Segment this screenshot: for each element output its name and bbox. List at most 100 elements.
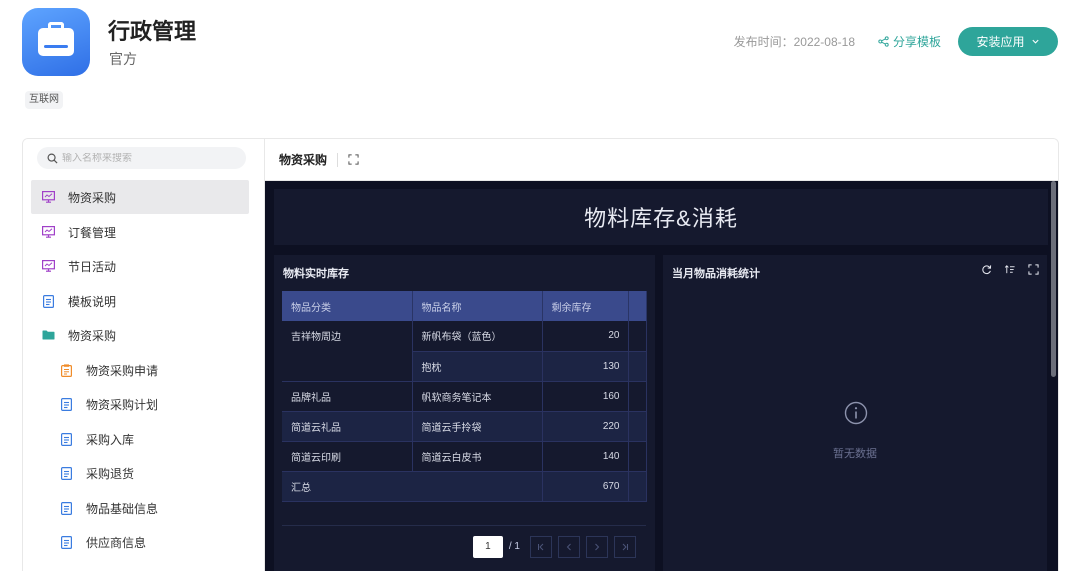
sidebar-item-label: 节日活动 — [68, 259, 117, 274]
table-cell: 670 — [542, 471, 629, 502]
sidebar-item-caigoujihua[interactable]: 物资采购计划 — [31, 387, 249, 421]
table-cell: 简道云印刷 — [282, 441, 413, 472]
search-input[interactable] — [62, 152, 232, 164]
refresh-icon[interactable] — [981, 264, 992, 275]
consumption-panel: 当月物品消耗统计 暂无数据 — [663, 255, 1047, 571]
sidebar-item-jieri[interactable]: 节日活动 — [31, 249, 249, 283]
category-tag: 互联网 — [25, 91, 63, 109]
folder-icon — [41, 328, 55, 342]
stock-panel: 物料实时库存 物品分类 物品名称 剩余库存 吉祥物周边 新帆布袋（蓝色） 20 … — [274, 255, 655, 571]
sidebar-folder-wuzicaigou[interactable]: 物资采购 — [31, 318, 249, 352]
table-cell: 吉祥物周边 — [282, 321, 413, 351]
column-header[interactable]: 剩余库存 — [542, 291, 629, 321]
app-subtitle: 官方 — [109, 51, 137, 67]
first-page-icon — [538, 543, 544, 550]
share-label: 分享模板 — [893, 35, 942, 49]
sidebar: 物资采购 订餐管理 节日活动 模板说明 物资采购 — [23, 139, 265, 571]
table-cell: 简道云白皮书 — [412, 441, 543, 472]
dashboard-icon — [41, 259, 55, 273]
document-icon — [41, 294, 55, 308]
sidebar-item-label: 物品基础信息 — [86, 501, 159, 516]
last-page-button[interactable] — [614, 535, 636, 558]
dashboard-title: 物料库存&消耗 — [274, 189, 1048, 245]
sidebar-item-caigouruku[interactable]: 采购入库 — [31, 422, 249, 456]
install-label: 安装应用 — [976, 35, 1025, 49]
stock-panel-title: 物料实时库存 — [283, 268, 349, 280]
document-icon — [59, 397, 73, 411]
form-icon — [59, 363, 73, 377]
consumption-panel-title: 当月物品消耗统计 — [672, 268, 760, 280]
app-title: 行政管理 — [108, 19, 197, 44]
table-cell: 140 — [542, 441, 629, 472]
info-icon — [844, 401, 868, 425]
search-icon — [47, 153, 58, 164]
table-cell: 汇总 — [282, 471, 543, 502]
sidebar-item-label: 采购入库 — [86, 432, 135, 447]
share-icon — [878, 36, 889, 47]
table-cell: 20 — [542, 321, 629, 352]
sort-icon[interactable] — [1004, 264, 1016, 275]
table-cell: 品牌礼品 — [282, 381, 413, 412]
sidebar-item-label: 模板说明 — [68, 294, 117, 309]
table-cell: 130 — [542, 351, 629, 382]
sidebar-item-caigoutuihuo[interactable]: 采购退货 — [31, 456, 249, 490]
fullscreen-icon[interactable] — [348, 154, 359, 165]
tab-title: 物资采购 — [279, 152, 339, 167]
dashboard-icon — [41, 225, 55, 239]
table-cell: 抱枕 — [412, 351, 543, 382]
sidebar-item-label: 物资采购申请 — [86, 363, 159, 378]
publish-time: 发布时间：2022-08-18 — [733, 35, 855, 49]
dashboard-canvas: 物料库存&消耗 物料实时库存 物品分类 物品名称 剩余库存 吉祥物周边 新帆布袋… — [265, 181, 1058, 571]
table-header-row: 物品分类 物品名称 剩余库存 — [282, 291, 647, 321]
table-cell: 简道云礼品 — [282, 411, 413, 442]
table-row: 品牌礼品 帆软商务笔记本 160 — [282, 381, 647, 412]
table-row: 简道云印刷 简道云白皮书 140 — [282, 441, 647, 472]
share-template-link[interactable]: 分享模板 — [878, 33, 941, 50]
sidebar-item-label: 物资采购 — [68, 190, 117, 205]
sidebar-item-label: 采购退货 — [86, 466, 135, 481]
prev-page-button[interactable] — [558, 535, 580, 558]
vertical-scrollbar[interactable] — [1051, 181, 1056, 377]
sidebar-item-gongyingshang[interactable]: 供应商信息 — [31, 525, 249, 559]
dashboard-icon — [41, 190, 55, 204]
document-icon — [59, 432, 73, 446]
last-page-icon — [622, 543, 628, 550]
table-cell: 220 — [542, 411, 629, 442]
column-header[interactable]: 物品名称 — [412, 291, 543, 321]
page-number-input[interactable]: 1 — [472, 535, 503, 558]
app-logo — [22, 8, 90, 76]
sidebar-item-dingcan[interactable]: 订餐管理 — [31, 215, 249, 249]
app-preview-frame: 物资采购 订餐管理 节日活动 模板说明 物资采购 — [22, 138, 1059, 571]
sidebar-item-mobanshuoming[interactable]: 模板说明 — [31, 284, 249, 318]
table-cell: 简道云手拎袋 — [412, 411, 543, 442]
column-header[interactable]: 物品分类 — [282, 291, 413, 321]
table-cell — [282, 351, 413, 382]
sidebar-item-label: 供应商信息 — [86, 535, 147, 550]
document-icon — [59, 466, 73, 480]
search-box[interactable] — [37, 147, 246, 169]
chevron-right-icon — [595, 543, 600, 550]
panel-toolbar — [981, 264, 1039, 275]
first-page-button[interactable] — [530, 535, 552, 558]
page-total: / 1 — [508, 541, 520, 552]
sidebar-item-label: 物资采购计划 — [86, 397, 159, 412]
table-cell: 160 — [542, 381, 629, 412]
tab-bar: 物资采购 — [265, 139, 1058, 181]
table-cell: 新帆布袋（蓝色） — [412, 321, 543, 352]
pagination: 1 / 1 — [282, 525, 646, 567]
main-content: 物资采购 物料库存&消耗 物料实时库存 物品分类 物品名称 剩余库存 吉祥物周边… — [265, 139, 1058, 571]
document-icon — [59, 535, 73, 549]
fullscreen-icon[interactable] — [1028, 264, 1039, 275]
table-row: 简道云礼品 简道云手拎袋 220 — [282, 411, 647, 442]
sidebar-item-wuzicaigou-dashboard[interactable]: 物资采购 — [31, 180, 249, 214]
document-icon — [59, 501, 73, 515]
install-app-button[interactable]: 安装应用 — [958, 27, 1058, 56]
chevron-down-icon — [1031, 39, 1039, 44]
table-row: 吉祥物周边 新帆布袋（蓝色） 20 — [282, 321, 647, 352]
sidebar-item-caigoushenqing[interactable]: 物资采购申请 — [31, 353, 249, 387]
next-page-button[interactable] — [586, 535, 608, 558]
sidebar-item-label: 订餐管理 — [68, 225, 117, 240]
table-summary-row: 汇总 670 — [282, 471, 647, 502]
table-cell: 帆软商务笔记本 — [412, 381, 543, 412]
sidebar-item-wupinjichu[interactable]: 物品基础信息 — [31, 491, 249, 525]
